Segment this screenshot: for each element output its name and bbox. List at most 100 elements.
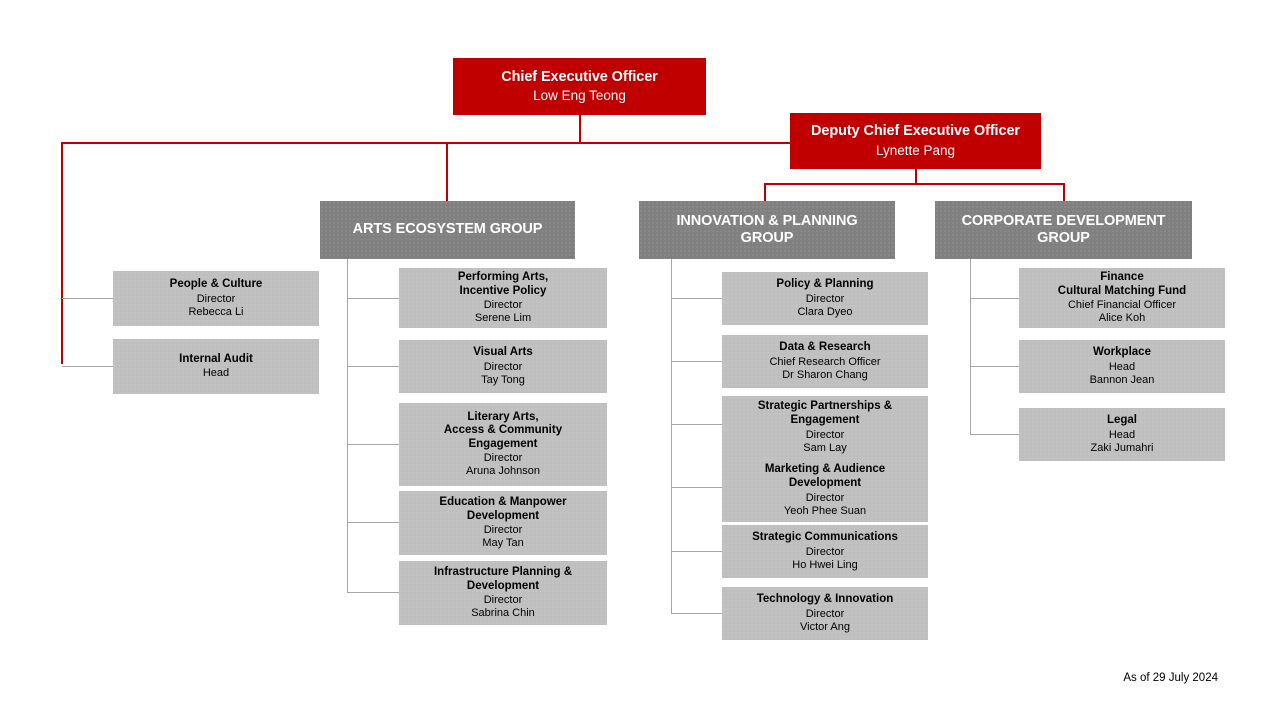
- node-title: People & Culture: [169, 278, 263, 291]
- node-title: Performing Arts, Incentive Policy: [457, 270, 549, 297]
- org-chart-canvas: Chief Executive Officer Low Eng Teong De…: [0, 0, 1280, 720]
- node-title: ARTS ECOSYSTEM GROUP: [352, 221, 543, 238]
- node-strategic-partnerships-engagement[interactable]: Strategic Partnerships & Engagement Direc…: [722, 396, 928, 459]
- connector-people-culture-stub: [62, 298, 113, 299]
- node-person: Alice Koh: [1098, 312, 1146, 325]
- node-performing-arts[interactable]: Performing Arts, Incentive Policy Directo…: [399, 268, 607, 328]
- node-title: INNOVATION & PLANNING GROUP: [676, 212, 858, 246]
- connector-arts-group-drop: [446, 142, 448, 201]
- node-arts-ecosystem-group[interactable]: ARTS ECOSYSTEM GROUP: [320, 201, 575, 259]
- node-role: Director: [196, 292, 236, 305]
- connector-ceo-drop: [579, 114, 581, 143]
- node-role: Director: [805, 491, 845, 504]
- node-title: Strategic Partnerships & Engagement: [757, 400, 893, 427]
- node-title: Policy & Planning: [776, 278, 874, 291]
- node-role: Director: [483, 594, 523, 607]
- connector-innovation-stub-4: [671, 487, 722, 488]
- node-person: Clara Dyeo: [797, 305, 853, 318]
- node-title: Chief Executive Officer: [501, 68, 658, 85]
- connector-innovation-spine: [671, 259, 672, 614]
- node-person: Rebecca Li: [188, 305, 244, 318]
- node-title: CORPORATE DEVELOPMENT GROUP: [961, 212, 1166, 246]
- node-people-culture[interactable]: People & Culture Director Rebecca Li: [113, 271, 319, 326]
- connector-dceo-bus: [764, 183, 1064, 185]
- node-role: Director: [483, 299, 523, 312]
- node-person: Bannon Jean: [1089, 373, 1155, 386]
- node-person: Zaki Jumahri: [1090, 441, 1154, 454]
- node-title: Deputy Chief Executive Officer: [811, 123, 1020, 140]
- connector-arts-stub-5: [347, 592, 399, 593]
- connector-corporate-stub-1: [970, 298, 1019, 299]
- node-technology-innovation[interactable]: Technology & Innovation Director Victor …: [722, 587, 928, 640]
- node-role: Director: [805, 545, 845, 558]
- connector-innovation-stub-5: [671, 551, 722, 552]
- connector-corporate-stub-2: [970, 366, 1019, 367]
- connector-arts-stub-3: [347, 444, 399, 445]
- node-literary-arts[interactable]: Literary Arts, Access & Community Engageme…: [399, 403, 607, 486]
- node-title: Internal Audit: [179, 352, 253, 365]
- node-strategic-communications[interactable]: Strategic Communications Director Ho Hwe…: [722, 525, 928, 578]
- node-internal-audit[interactable]: Internal Audit Head: [113, 339, 319, 394]
- node-corporate-development-group[interactable]: CORPORATE DEVELOPMENT GROUP: [935, 201, 1192, 259]
- node-role: Director: [483, 452, 523, 465]
- node-innovation-planning-group[interactable]: INNOVATION & PLANNING GROUP: [639, 201, 895, 259]
- node-person: Tay Tong: [481, 373, 525, 386]
- connector-arts-spine: [347, 259, 348, 593]
- node-title: Literary Arts, Access & Community Engageme…: [443, 410, 563, 450]
- node-person: Yeoh Phee Suan: [783, 504, 867, 517]
- node-title: Education & Manpower Development: [439, 495, 567, 522]
- node-role: Chief Financial Officer: [1067, 299, 1176, 312]
- connector-dceo-drop: [915, 168, 917, 184]
- node-role: Director: [805, 428, 845, 441]
- node-role: Director: [483, 360, 523, 373]
- node-policy-planning[interactable]: Policy & Planning Director Clara Dyeo: [722, 272, 928, 325]
- node-role: Director: [483, 524, 523, 537]
- node-person: Sam Lay: [803, 441, 847, 454]
- node-finance-cultural-matching-fund[interactable]: Finance Cultural Matching Fund Chief Fina…: [1019, 268, 1225, 328]
- node-person: Victor Ang: [800, 620, 850, 633]
- node-marketing-audience-development[interactable]: Marketing & Audience Development Director…: [722, 459, 928, 522]
- node-deputy-chief-executive-officer[interactable]: Deputy Chief Executive Officer Lynette P…: [790, 113, 1041, 169]
- node-person: Lynette Pang: [875, 142, 956, 158]
- node-role: Director: [805, 607, 845, 620]
- footer-as-of-date: As of 29 July 2024: [1123, 672, 1218, 684]
- node-title: Workplace: [1093, 346, 1151, 359]
- node-infrastructure-planning-development[interactable]: Infrastructure Planning & Development Dir…: [399, 561, 607, 625]
- node-role: Head: [202, 367, 230, 380]
- node-title: Infrastructure Planning & Development: [433, 565, 573, 592]
- connector-internal-audit-stub: [62, 366, 113, 367]
- node-person: Low Eng Teong: [533, 88, 626, 104]
- node-title: Visual Arts: [473, 346, 533, 359]
- connector-innovation-group-drop: [764, 183, 766, 201]
- node-role: Head: [1108, 428, 1136, 441]
- connector-corporate-stub-3: [970, 434, 1019, 435]
- node-title: Data & Research: [779, 341, 871, 354]
- node-person: May Tan: [482, 537, 524, 550]
- node-education-manpower-development[interactable]: Education & Manpower Development Director…: [399, 491, 607, 555]
- connector-arts-stub-2: [347, 366, 399, 367]
- connector-arts-stub-1: [347, 298, 399, 299]
- node-person: Serene Lim: [474, 312, 532, 325]
- node-role: Head: [1108, 360, 1136, 373]
- connector-ceo-bus: [61, 142, 791, 144]
- node-chief-executive-officer[interactable]: Chief Executive Officer Low Eng Teong: [453, 58, 706, 115]
- node-title: Marketing & Audience Development: [764, 463, 886, 490]
- node-person: Sabrina Chin: [471, 607, 535, 620]
- node-workplace[interactable]: Workplace Head Bannon Jean: [1019, 340, 1225, 393]
- connector-innovation-stub-1: [671, 298, 722, 299]
- node-title: Finance Cultural Matching Fund: [1057, 270, 1187, 297]
- node-title: Technology & Innovation: [756, 593, 894, 606]
- connector-innovation-stub-3: [671, 424, 722, 425]
- connector-innovation-stub-6: [671, 613, 722, 614]
- connector-corporate-spine: [970, 259, 971, 435]
- connector-left-spine: [61, 142, 63, 364]
- connector-corporate-group-drop: [1063, 183, 1065, 201]
- node-legal[interactable]: Legal Head Zaki Jumahri: [1019, 408, 1225, 461]
- node-data-research[interactable]: Data & Research Chief Research Officer D…: [722, 335, 928, 388]
- connector-innovation-stub-2: [671, 361, 722, 362]
- node-person: Aruna Johnson: [466, 465, 540, 478]
- node-visual-arts[interactable]: Visual Arts Director Tay Tong: [399, 340, 607, 393]
- node-role: Director: [805, 292, 845, 305]
- connector-arts-stub-4: [347, 522, 399, 523]
- node-role: Chief Research Officer: [769, 355, 881, 368]
